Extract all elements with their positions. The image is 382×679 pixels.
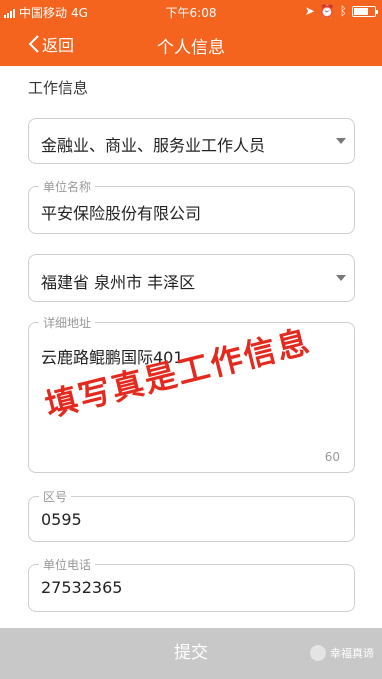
- company-name-label: 单位名称: [39, 178, 96, 195]
- work-phone-value: 27532365: [41, 578, 123, 597]
- area-code-value: 0595: [41, 510, 82, 529]
- region-value: 福建省 泉州市 丰泽区: [41, 273, 196, 292]
- bluetooth-icon: ᛒ: [339, 4, 347, 18]
- work-phone-label: 单位电话: [39, 556, 96, 573]
- battery-icon: [352, 5, 378, 17]
- char-counter: 60: [324, 450, 340, 464]
- watermark: 幸福真谛: [310, 645, 374, 661]
- region-select[interactable]: 福建省 泉州市 丰泽区: [28, 254, 355, 302]
- location-icon: ➤: [304, 4, 315, 18]
- status-bar: 中国移动 4G 下午6:08 ➤ ⏰ ᛒ: [0, 0, 382, 22]
- occupation-value: 金融业、商业、服务业工作人员: [41, 136, 266, 155]
- watermark-text: 幸福真谛: [330, 647, 374, 660]
- alarm-icon: ⏰: [319, 4, 335, 18]
- company-name-field[interactable]: 单位名称 平安保险股份有限公司: [28, 178, 355, 234]
- area-code-field[interactable]: 区号 0595: [28, 488, 355, 542]
- section-title: 工作信息: [28, 79, 89, 97]
- company-name-value: 平安保险股份有限公司: [41, 204, 202, 223]
- work-phone-field[interactable]: 单位电话 27532365: [28, 556, 355, 612]
- dropdown-caret-icon: [336, 138, 346, 144]
- dropdown-caret-icon: [336, 275, 346, 281]
- nav-bar: 返回 个人信息: [0, 22, 382, 66]
- page-title: 个人信息: [157, 38, 225, 58]
- address-label: 详细地址: [39, 314, 96, 331]
- occupation-select[interactable]: 金融业、商业、服务业工作人员: [28, 118, 355, 164]
- area-code-label: 区号: [39, 488, 72, 505]
- status-right: ➤ ⏰ ᛒ: [304, 4, 378, 18]
- wechat-icon: [310, 645, 326, 661]
